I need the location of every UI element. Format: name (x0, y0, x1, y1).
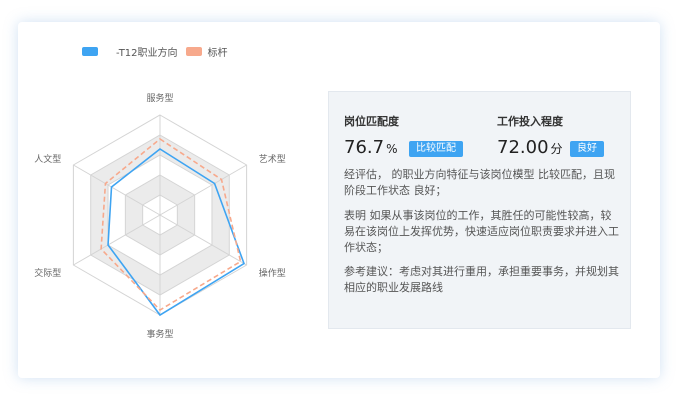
radar-axis-label-1: 艺术型 (259, 153, 286, 165)
engage-unit: 分 (550, 142, 563, 156)
match-value: 76.7 (344, 137, 385, 158)
radar-chart: 服务型艺术型操作型事务型 交际型 人文型 (34, 92, 286, 340)
radar-axis-label-5: 人文型 (34, 153, 61, 165)
engage-value: 72.00 (497, 137, 549, 158)
explanation-text: 表明 如果从事该岗位的工作，其胜任的可能性较高，较易在该岗位上发挥优势，快速适应… (344, 209, 619, 254)
radar-axis-label-2: 操作型 (259, 267, 286, 279)
engage-value-group: 72.00 分 (497, 137, 563, 158)
match-value-group: 76.7% (344, 137, 397, 158)
radar-axis-label-0: 服务型 (146, 92, 173, 104)
engage-title: 工作投入程度 (497, 115, 563, 128)
assessment-panel: 岗位匹配度 76.7% 比较匹配 工作投入程度 72.00 分 良好 经评估， 的… (328, 91, 631, 329)
match-title: 岗位匹配度 (344, 115, 399, 128)
radar-axis-label-4: 交际型 (34, 267, 61, 279)
radar-axis-label-3: 事务型 (146, 328, 173, 340)
match-badge: 比较匹配 (409, 141, 463, 157)
suggestion-text: 参考建议：考虑对其进行重用，承担重要事务，并规划其相应的职业发展路线 (344, 265, 619, 294)
match-unit: % (386, 142, 398, 156)
evaluation-text: 经评估， 的职业方向特征与该岗位模型 比较匹配，且现阶段工作状态 良好； (344, 168, 615, 197)
engage-badge: 良好 (570, 141, 604, 157)
